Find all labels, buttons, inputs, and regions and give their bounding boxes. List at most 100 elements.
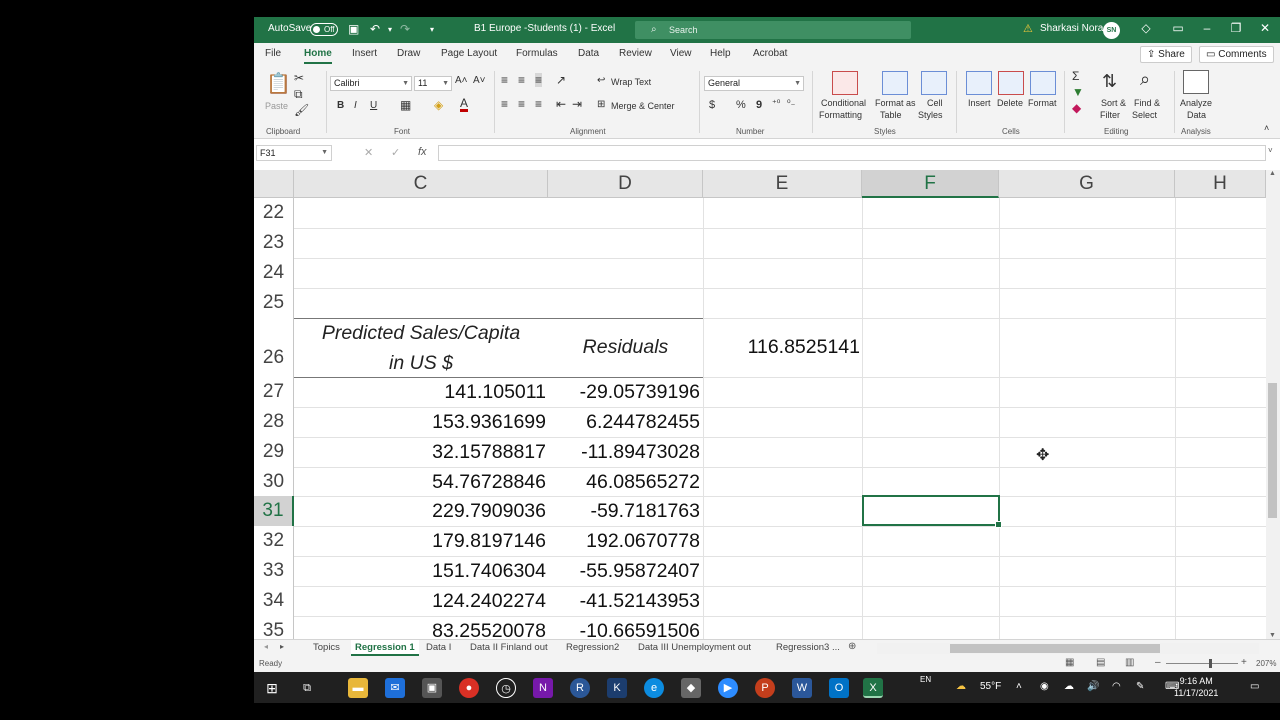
sheet-tab-regression-1[interactable]: Regression 1 [351,640,419,656]
cell-e26[interactable]: 116.8525141 [703,318,860,377]
tab-draw[interactable]: Draw [397,48,420,59]
delete-cells-label[interactable]: Delete [997,98,1023,108]
decrease-font-icon[interactable]: A˅ [473,75,486,86]
cell-c31[interactable]: 229.7909036 [294,496,548,526]
font-name-select[interactable]: Calibri ▼ [330,76,412,91]
increase-indent-icon[interactable]: ⇥ [572,97,582,111]
align-middle-icon[interactable]: ≡ [518,73,525,87]
volume-icon[interactable]: 🔊 [1087,681,1099,692]
format-cells-label[interactable]: Format [1028,98,1057,108]
task-view-icon[interactable]: ⧉ [297,678,317,698]
zoom-level[interactable]: 207% [1256,659,1276,668]
tab-page-layout[interactable]: Page Layout [441,48,497,59]
paste-label[interactable]: Paste [265,101,288,111]
scroll-down-icon[interactable]: ▼ [1269,632,1276,639]
system-clock[interactable]: 9:16 AM 11/17/2021 [1174,675,1218,699]
app-icon[interactable]: ◆ [681,678,701,698]
tab-formulas[interactable]: Formulas [516,48,558,59]
onedrive-icon[interactable]: ☁ [1064,681,1074,692]
undo-dropdown-icon[interactable]: ▾ [388,25,392,34]
tab-file[interactable]: File [265,48,281,59]
weather-icon[interactable]: ☁ [956,681,966,692]
row-header-25[interactable]: 25 [254,288,294,318]
autosum-icon[interactable]: Σ [1072,69,1079,83]
format-cells-icon[interactable] [1030,71,1056,95]
tab-data[interactable]: Data [578,48,599,59]
find-select-icon[interactable]: ⌕ [1140,69,1150,90]
underline-button[interactable]: U [370,100,377,111]
redo-icon[interactable]: ↷ [400,22,410,36]
excel-icon[interactable]: X [863,678,883,698]
fill-color-icon[interactable]: ◈ [434,98,443,112]
sheet-tab-data-iii[interactable]: Data III Unemployment out [638,642,751,653]
clock-app-icon[interactable]: ◷ [496,678,516,698]
expand-formula-icon[interactable]: ˅ [1268,146,1273,155]
ribbon-display-icon[interactable]: ▭ [1170,21,1186,35]
enter-icon[interactable]: ✓ [391,146,400,159]
meet-icon[interactable]: ◉ [1040,681,1049,692]
wifi-icon[interactable]: ◠ [1112,681,1121,692]
scroll-up-icon[interactable]: ▲ [1269,170,1276,177]
select-all-corner[interactable] [254,170,294,198]
close-icon[interactable]: ✕ [1257,21,1273,35]
font-color-icon[interactable]: A [460,97,469,112]
analyze-data-icon[interactable] [1183,70,1209,94]
customize-toolbar-icon[interactable]: ▾ [430,25,434,34]
orientation-icon[interactable]: ↗ [556,73,566,87]
cell-d30[interactable]: 46.08565272 [548,467,703,497]
format-as-table-icon[interactable] [882,71,908,95]
diamond-icon[interactable]: ◇ [1138,21,1154,35]
cell-styles-label[interactable]: Cell [927,98,943,108]
row-header-23[interactable]: 23 [254,228,294,258]
header-residuals[interactable]: Residuals [548,318,703,377]
borders-icon[interactable]: ▦ [400,98,411,112]
next-sheet-icon[interactable]: ▸ [280,642,284,651]
zoom-slider[interactable] [1166,663,1238,664]
page-layout-view-icon[interactable]: ▤ [1096,657,1105,668]
row-header-32[interactable]: 32 [254,526,294,556]
add-sheet-icon[interactable]: ⊕ [848,641,856,652]
number-format-select[interactable]: General ▼ [704,76,804,91]
normal-view-icon[interactable]: ▦ [1065,657,1074,668]
tab-view[interactable]: View [670,48,692,59]
row-header-27[interactable]: 27 [254,377,294,407]
cell-c32[interactable]: 179.8197146 [294,526,548,556]
paste-icon[interactable]: 📋 [266,71,291,96]
cell-d32[interactable]: 192.0670778 [548,526,703,556]
page-break-view-icon[interactable]: ▥ [1125,657,1134,668]
sort-filter-label2[interactable]: Filter [1100,110,1120,120]
align-left-icon[interactable]: ≡ [501,97,508,111]
increase-font-icon[interactable]: A˄ [455,75,468,86]
insert-cells-label[interactable]: Insert [968,98,991,108]
copy-icon[interactable]: ⧉ [294,87,303,102]
row-header-34[interactable]: 34 [254,586,294,616]
undo-icon[interactable]: ↶ [370,22,380,36]
active-cell-f31[interactable] [862,495,1002,528]
vertical-scroll-thumb[interactable] [1268,383,1277,518]
prev-sheet-icon[interactable]: ◂ [264,642,268,651]
cell-d31[interactable]: -59.7181763 [548,496,703,526]
column-header-d[interactable]: D [548,170,703,198]
conditional-formatting-label[interactable]: Conditional [821,98,866,108]
r-icon[interactable]: R [570,678,590,698]
decrease-indent-icon[interactable]: ⇤ [556,97,566,111]
analyze-data-label2[interactable]: Data [1187,110,1206,120]
cell-d33[interactable]: -55.95872407 [548,556,703,586]
onenote-icon[interactable]: N [533,678,553,698]
outlook-icon[interactable]: O [829,678,849,698]
vertical-scrollbar[interactable]: ▲ ▼ [1266,170,1280,639]
sheet-tab-regression2[interactable]: Regression2 [566,642,619,653]
header-predicted-sales[interactable]: Predicted Sales/Capita in US $ [294,318,548,378]
worksheet-grid[interactable]: C D E F G H 22 23 24 25 26 27 28 29 30 3… [254,170,1266,639]
restore-icon[interactable]: ❐ [1228,21,1244,35]
format-table-label[interactable]: Format as [875,98,916,108]
cell-d29[interactable]: -11.89473028 [548,437,703,467]
percent-button[interactable]: % [736,99,746,111]
horizontal-scroll-thumb[interactable] [950,644,1160,653]
sort-filter-label[interactable]: Sort & [1101,98,1126,108]
language-indicator[interactable]: EN [920,675,931,684]
cell-d35[interactable]: -10.66591506 [548,616,703,639]
align-right-icon[interactable]: ≡ [535,97,542,111]
tab-review[interactable]: Review [619,48,652,59]
bold-button[interactable]: B [337,100,344,111]
